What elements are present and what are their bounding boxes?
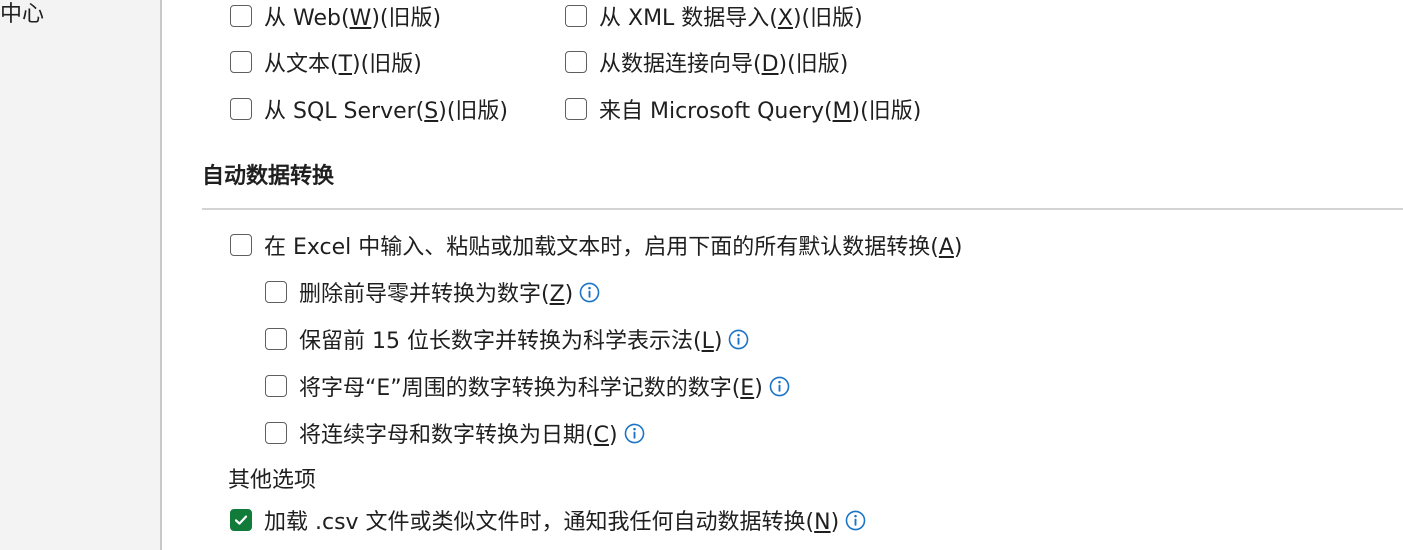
checkbox-box[interactable] xyxy=(265,375,287,397)
checkbox-label: 来自 Microsoft Query(M)(旧版) xyxy=(599,99,922,124)
checkbox-box-checked[interactable] xyxy=(230,509,252,531)
checkbox-from-xml-legacy[interactable]: 从 XML 数据导入(X)(旧版) xyxy=(565,1,863,31)
checkbox-label: 将连续字母和数字转换为日期(C) xyxy=(299,423,618,448)
checkbox-from-text-legacy[interactable]: 从文本(T)(旧版) xyxy=(230,47,422,77)
checkbox-box[interactable] xyxy=(265,422,287,444)
info-icon[interactable] xyxy=(728,329,749,350)
checkbox-remove-leading-zeros[interactable]: 删除前导零并转换为数字(Z) xyxy=(265,277,600,307)
sidebar-item-label: 中心 xyxy=(0,2,45,27)
checkbox-box[interactable] xyxy=(230,5,252,27)
checkbox-from-web-legacy[interactable]: 从 Web(W)(旧版) xyxy=(230,1,441,31)
checkbox-box[interactable] xyxy=(230,98,252,120)
options-main: 从 Web(W)(旧版) 从 XML 数据导入(X)(旧版) 从文本(T)(旧版… xyxy=(162,0,1403,550)
other-options-heading: 其他选项 xyxy=(228,468,317,493)
checkbox-box[interactable] xyxy=(230,51,252,73)
checkbox-enable-all-default-conversions[interactable]: 在 Excel 中输入、粘贴或加载文本时，启用下面的所有默认数据转换(A) xyxy=(230,230,963,260)
checkbox-label: 删除前导零并转换为数字(Z) xyxy=(299,282,574,307)
checkbox-box[interactable] xyxy=(565,51,587,73)
checkbox-label: 从 Web(W)(旧版) xyxy=(264,6,442,31)
excel-options-data-panel: 中心 从 Web(W)(旧版) 从 XML 数据导入(X)(旧版) 从文本(T)… xyxy=(0,0,1403,550)
checkbox-notify-csv-conversions[interactable]: 加载 .csv 文件或类似文件时，通知我任何自动数据转换(N) xyxy=(230,505,866,535)
options-sidebar: 中心 xyxy=(0,0,162,550)
section-title-auto-conversion: 自动数据转换 xyxy=(202,164,335,189)
checkbox-label: 加载 .csv 文件或类似文件时，通知我任何自动数据转换(N) xyxy=(264,510,840,535)
checkbox-label: 从 SQL Server(S)(旧版) xyxy=(264,99,508,124)
section-divider xyxy=(202,208,1403,210)
checkbox-convert-to-dates[interactable]: 将连续字母和数字转换为日期(C) xyxy=(265,418,645,448)
info-icon[interactable] xyxy=(769,376,790,397)
checkmark-icon xyxy=(234,515,248,525)
checkbox-from-data-connection-wizard-legacy[interactable]: 从数据连接向导(D)(旧版) xyxy=(565,47,848,77)
info-icon[interactable] xyxy=(579,282,600,303)
checkbox-label: 从 XML 数据导入(X)(旧版) xyxy=(599,6,863,31)
checkbox-label: 从数据连接向导(D)(旧版) xyxy=(599,52,849,77)
sidebar-item-trust-center[interactable]: 中心 xyxy=(0,0,44,30)
checkbox-from-sql-server-legacy[interactable]: 从 SQL Server(S)(旧版) xyxy=(230,94,508,124)
info-icon[interactable] xyxy=(624,423,645,444)
checkbox-box[interactable] xyxy=(565,5,587,27)
checkbox-box[interactable] xyxy=(565,98,587,120)
checkbox-box[interactable] xyxy=(265,281,287,303)
checkbox-label: 保留前 15 位长数字并转换为科学表示法(L) xyxy=(299,329,723,354)
checkbox-label: 在 Excel 中输入、粘贴或加载文本时，启用下面的所有默认数据转换(A) xyxy=(264,235,963,260)
info-icon[interactable] xyxy=(845,510,866,531)
checkbox-from-microsoft-query-legacy[interactable]: 来自 Microsoft Query(M)(旧版) xyxy=(565,94,921,124)
checkbox-convert-e-to-scientific[interactable]: 将字母“E”周围的数字转换为科学记数的数字(E) xyxy=(265,371,790,401)
checkbox-keep-first-15-digits-scientific[interactable]: 保留前 15 位长数字并转换为科学表示法(L) xyxy=(265,324,749,354)
checkbox-box[interactable] xyxy=(230,234,252,256)
checkbox-box[interactable] xyxy=(265,328,287,350)
checkbox-label: 将字母“E”周围的数字转换为科学记数的数字(E) xyxy=(299,376,763,401)
checkbox-label: 从文本(T)(旧版) xyxy=(264,52,422,77)
